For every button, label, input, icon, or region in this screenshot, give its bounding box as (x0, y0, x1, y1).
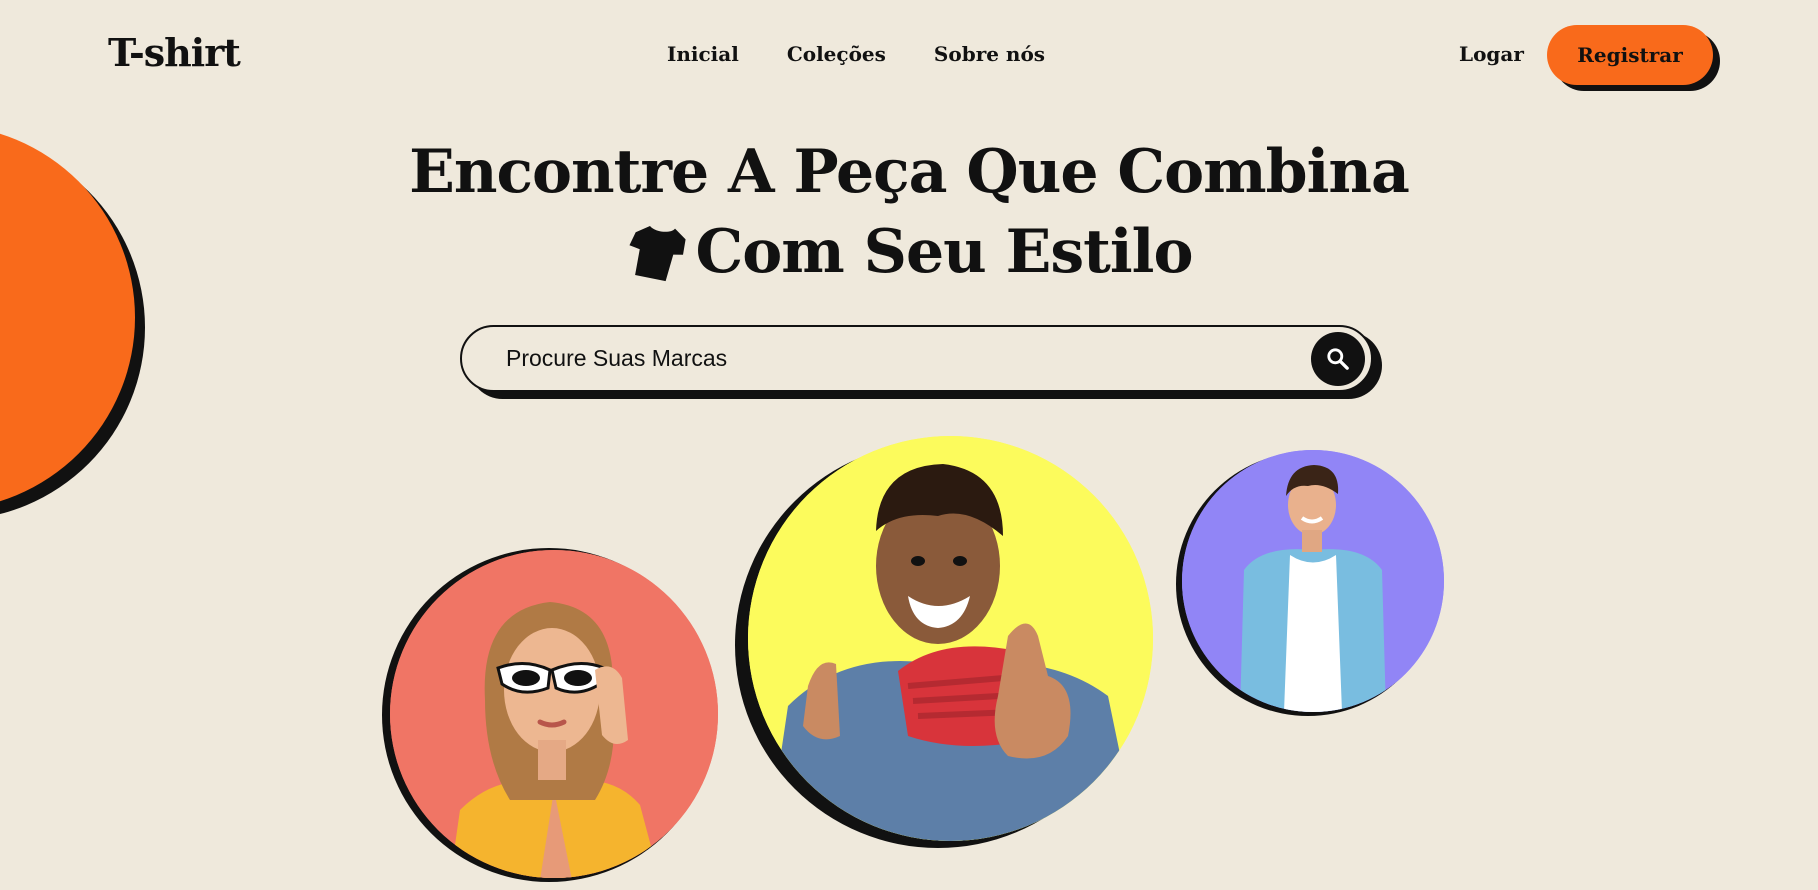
hero-title-line2: Com Seu Estilo (695, 217, 1194, 287)
hero-title: Encontre A Peça Que Combina Com Seu Esti… (0, 132, 1818, 303)
tshirt-icon (628, 225, 686, 282)
photo-man-thumbs-up (748, 436, 1153, 841)
nav-item-collections[interactable]: Coleções (787, 42, 886, 66)
landing-page: T-shirt Inicial Coleções Sobre nós Logar… (0, 0, 1818, 890)
search-bar (460, 325, 1373, 392)
nav-item-home[interactable]: Inicial (667, 42, 739, 66)
photo-woman-sunglasses (390, 550, 718, 878)
nav-item-about[interactable]: Sobre nós (934, 42, 1045, 66)
search-input[interactable] (462, 327, 1311, 390)
hero-title-line1: Encontre A Peça Que Combina (409, 137, 1410, 207)
search-icon (1327, 347, 1349, 370)
login-link[interactable]: Logar (1459, 42, 1524, 66)
photo-man-blue-shirt (1182, 450, 1444, 712)
search-button[interactable] (1311, 331, 1365, 386)
register-button[interactable]: Registrar (1547, 25, 1713, 85)
main-nav: Inicial Coleções Sobre nós (667, 42, 1045, 66)
brand-logo[interactable]: T-shirt (108, 30, 241, 75)
